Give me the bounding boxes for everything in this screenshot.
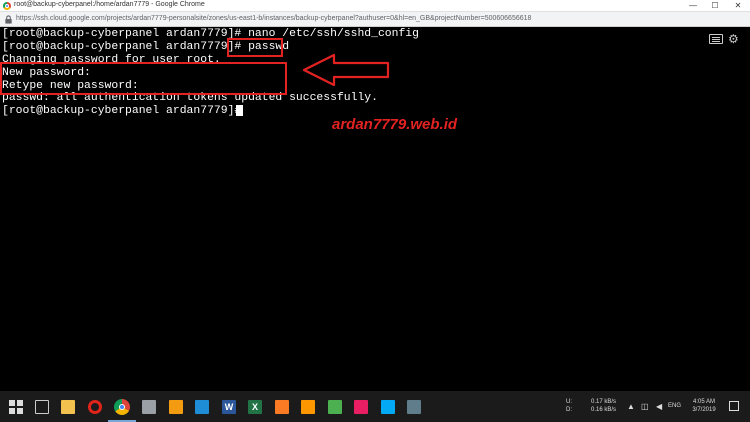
app-icon[interactable] bbox=[142, 400, 156, 414]
clock-time: 4:05 AM bbox=[692, 399, 715, 405]
terminal-prompt: [root@backup-cyberpanel ardan7779]# bbox=[2, 105, 242, 117]
keyboard-icon[interactable] bbox=[709, 34, 723, 44]
network-speed: 0.17 kB/s 0.16 kB/s bbox=[586, 398, 616, 414]
opera-icon[interactable] bbox=[88, 400, 102, 414]
upload-label: U: bbox=[566, 399, 572, 405]
upload-speed: 0.17 kB/s bbox=[590, 399, 616, 405]
sublime-text-icon[interactable] bbox=[301, 400, 315, 414]
network-icon[interactable]: ◫ bbox=[641, 402, 649, 412]
clock-date: 3/7/2019 bbox=[692, 407, 716, 413]
show-hidden-icons-icon[interactable]: ▲ bbox=[627, 402, 635, 412]
watermark-text: ardan7779.web.id bbox=[332, 116, 458, 133]
task-view-icon[interactable] bbox=[35, 400, 49, 414]
app-icon[interactable] bbox=[381, 400, 395, 414]
network-labels: U: D: bbox=[566, 398, 572, 414]
excel-icon-label: X bbox=[251, 402, 258, 412]
system-clock[interactable]: 4:05 AM 3/7/2019 bbox=[686, 398, 722, 414]
language-indicator[interactable]: ENG bbox=[668, 403, 681, 409]
passwd-command-highlight bbox=[227, 38, 283, 57]
close-button[interactable]: ✕ bbox=[727, 0, 749, 12]
app-icon[interactable] bbox=[328, 400, 342, 414]
excel-icon[interactable]: X bbox=[248, 400, 262, 414]
notification-icon[interactable] bbox=[729, 401, 739, 411]
xampp-icon[interactable] bbox=[275, 400, 289, 414]
taskbar: W X U: D: 0.17 kB/s 0.16 kB/s ▲ ◫ ◀ ENG … bbox=[0, 391, 750, 422]
terminal-cursor bbox=[236, 105, 243, 116]
terminal-line: [root@backup-cyberpanel ardan7779]# nano… bbox=[2, 28, 419, 40]
address-bar[interactable]: https://ssh.cloud.google.com/projects/ar… bbox=[0, 12, 750, 27]
url-text[interactable]: https://ssh.cloud.google.com/projects/ar… bbox=[16, 15, 531, 22]
volume-icon[interactable]: ◀ bbox=[656, 402, 662, 412]
download-speed: 0.16 kB/s bbox=[590, 407, 616, 413]
app-icon[interactable] bbox=[169, 400, 183, 414]
maximize-button[interactable]: ☐ bbox=[704, 0, 726, 12]
password-prompt-highlight bbox=[0, 62, 287, 95]
arrow-annotation-icon bbox=[302, 53, 390, 87]
windows-start-icon[interactable] bbox=[9, 400, 23, 414]
app-icon[interactable] bbox=[354, 400, 368, 414]
chrome-icon bbox=[3, 2, 11, 10]
lock-icon bbox=[5, 15, 12, 24]
app-icon[interactable] bbox=[407, 400, 421, 414]
file-explorer-icon[interactable] bbox=[61, 400, 75, 414]
window-title: root@backup-cyberpanel:/home/ardan7779 -… bbox=[14, 1, 205, 8]
download-label: D: bbox=[566, 407, 572, 413]
window-title-bar: root@backup-cyberpanel:/home/ardan7779 -… bbox=[0, 0, 750, 12]
word-icon-label: W bbox=[224, 402, 234, 412]
app-icon[interactable] bbox=[195, 400, 209, 414]
ssh-terminal[interactable]: [root@backup-cyberpanel ardan7779]# nano… bbox=[0, 27, 750, 391]
minimize-button[interactable]: — bbox=[682, 0, 704, 12]
word-icon[interactable]: W bbox=[222, 400, 236, 414]
chrome-taskbar-icon[interactable] bbox=[114, 399, 130, 415]
gear-icon[interactable]: ⚙ bbox=[728, 32, 739, 46]
